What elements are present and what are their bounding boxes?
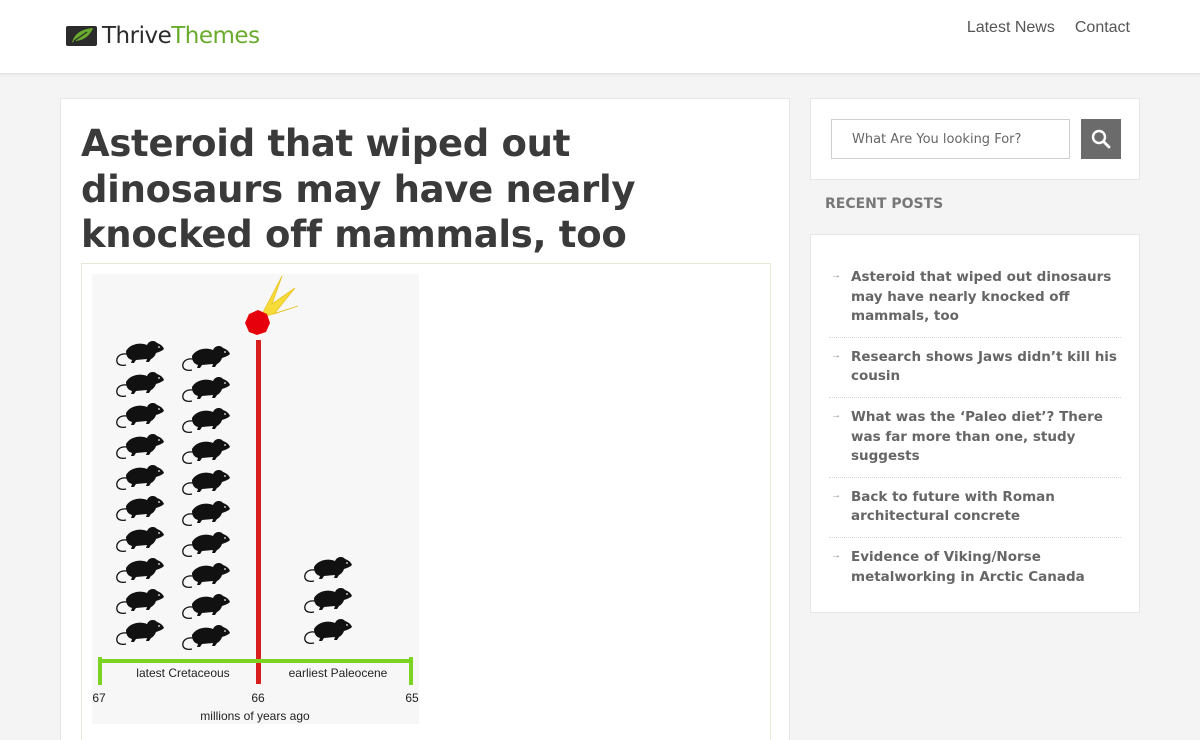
search-input[interactable] (831, 119, 1070, 159)
recent-posts-heading: RECENT POSTS (825, 196, 944, 212)
nav-link-contact[interactable]: Contact (1075, 18, 1130, 38)
logo-wordmark: ThriveThemes (102, 23, 260, 49)
recent-post-item: → What was the ‘Paleo diet’? There was f… (829, 398, 1121, 478)
recent-posts-widget: → Asteroid that wiped out dinosaurs may … (810, 234, 1140, 613)
leaf-monitor-icon (66, 26, 97, 46)
recent-post-link[interactable]: What was the ‘Paleo diet’? There was far… (851, 408, 1121, 467)
search-widget (810, 98, 1140, 180)
arrow-right-icon: → (831, 349, 841, 361)
recent-post-link[interactable]: Back to future with Roman architectural … (851, 488, 1121, 527)
period-left-label: latest Cretaceous (136, 666, 229, 680)
recent-post-item: → Back to future with Roman architectura… (829, 478, 1121, 538)
site-header: ThriveThemes Latest News Contact (0, 0, 1200, 74)
cretaceous-mammals-column-1 (116, 340, 165, 646)
site-logo[interactable]: ThriveThemes (66, 22, 260, 50)
main-nav: Latest News Contact (967, 18, 1130, 38)
recent-post-item: → Asteroid that wiped out dinosaurs may … (829, 259, 1121, 338)
asteroid-icon (245, 275, 299, 335)
recent-post-item: → Research shows Jaws didn’t kill his co… (829, 338, 1121, 398)
article-figure-frame: latest Cretaceous earliest Paleocene 67 … (81, 263, 771, 740)
cretaceous-mammals-column-2 (182, 345, 231, 651)
period-right-label: earliest Paleocene (289, 666, 388, 680)
arrow-right-icon: → (831, 409, 841, 421)
recent-post-link[interactable]: Asteroid that wiped out dinosaurs may ha… (851, 268, 1121, 327)
arrow-right-icon: → (831, 270, 841, 281)
recent-post-link[interactable]: Research shows Jaws didn’t kill his cous… (851, 348, 1121, 387)
arrow-right-icon: → (831, 549, 841, 561)
recent-posts-list: → Asteroid that wiped out dinosaurs may … (829, 259, 1121, 597)
paleocene-mammals (304, 556, 353, 645)
search-icon (1091, 129, 1111, 149)
recent-post-link[interactable]: Evidence of Viking/Norse metalworking in… (851, 548, 1121, 587)
illustration-svg: latest Cretaceous earliest Paleocene 67 … (92, 275, 419, 723)
article-title: Asteroid that wiped out dinosaurs may ha… (81, 122, 636, 256)
tick-label-66: 66 (251, 691, 265, 705)
article-card: Asteroid that wiped out dinosaurs may ha… (60, 98, 790, 740)
tick-label-67: 67 (92, 691, 106, 705)
recent-post-item: → Evidence of Viking/Norse metalworking … (829, 538, 1121, 597)
tick-label-65: 65 (405, 691, 419, 705)
nav-link-latest-news[interactable]: Latest News (967, 18, 1055, 38)
arrow-right-icon: → (831, 489, 841, 501)
search-button[interactable] (1081, 119, 1121, 159)
mammal-extinction-illustration: latest Cretaceous earliest Paleocene 67 … (92, 274, 419, 724)
axis-label: millions of years ago (200, 709, 310, 723)
impact-line (256, 340, 261, 684)
